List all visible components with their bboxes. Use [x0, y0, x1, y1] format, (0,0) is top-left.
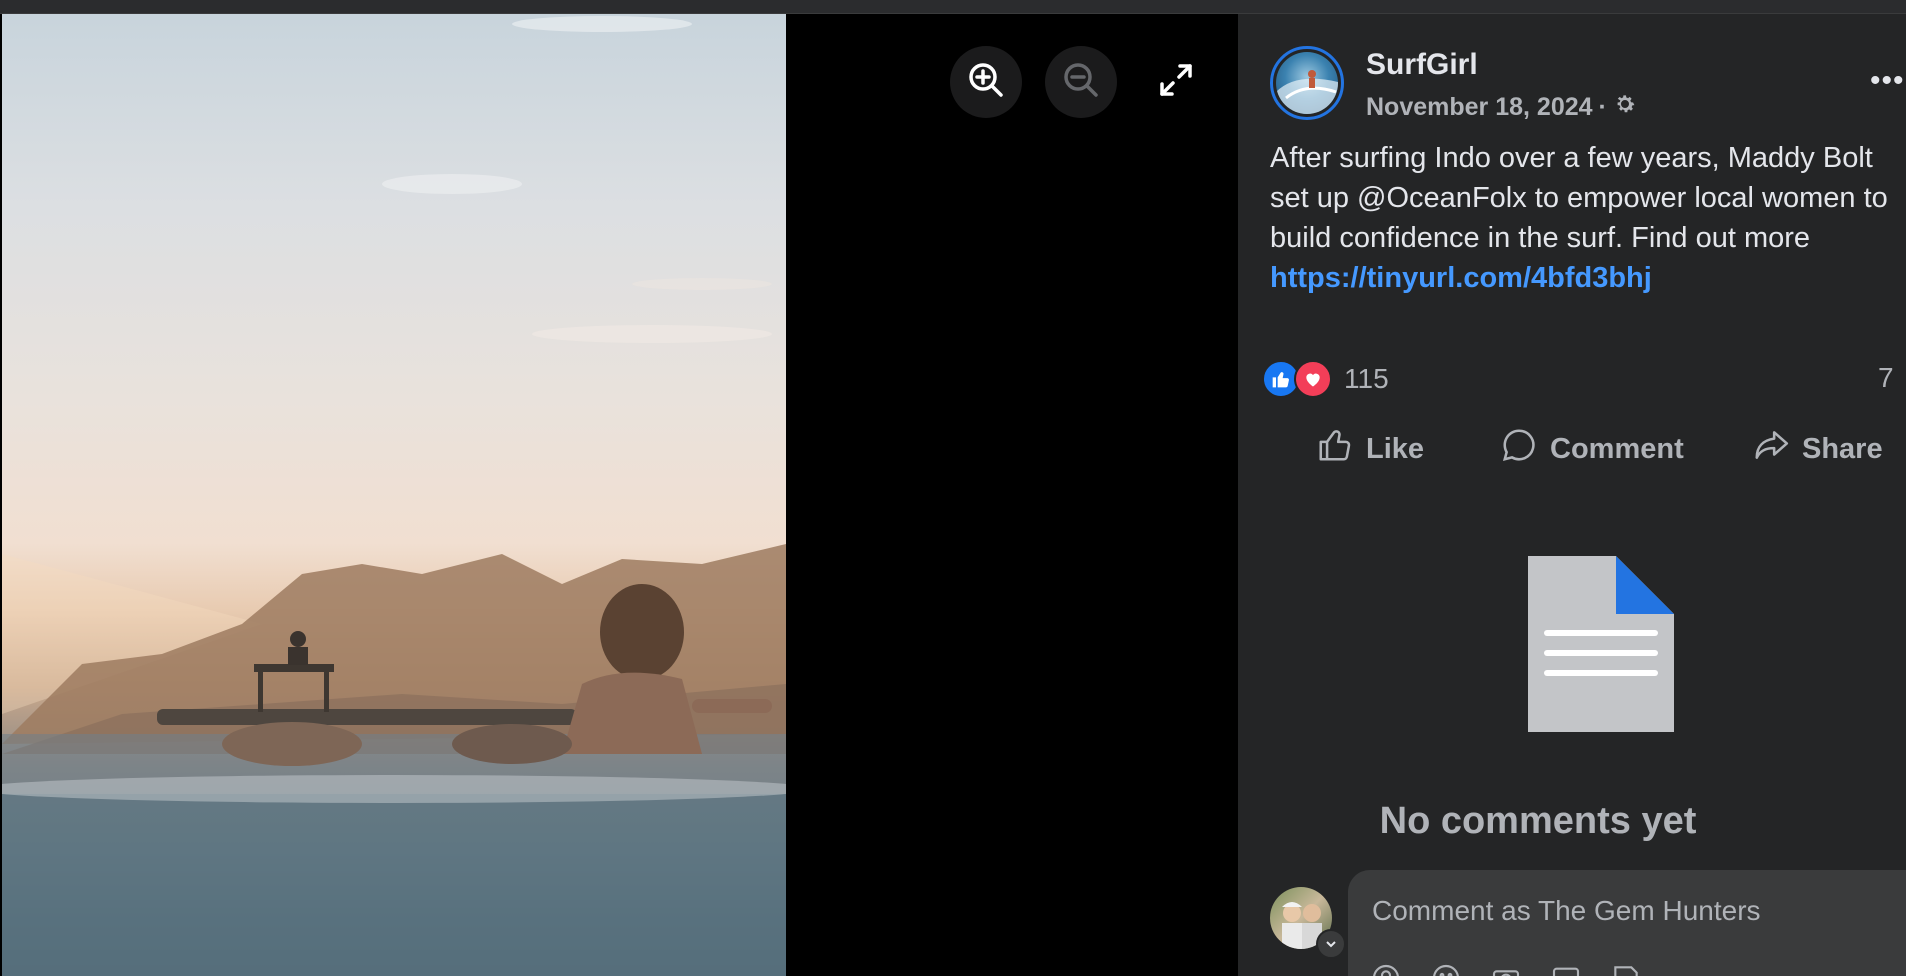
author-avatar[interactable] — [1270, 46, 1344, 120]
post-link[interactable]: https://tinyurl.com/4bfd3bhj — [1270, 262, 1652, 294]
like-label: Like — [1366, 432, 1425, 465]
more-options-button[interactable]: ••• — [1870, 64, 1905, 98]
post-text-line: set up @OceanFolx to empower local women… — [1270, 182, 1888, 214]
gif-icon[interactable] — [1550, 962, 1582, 976]
comment-count-value: 7 — [1878, 362, 1894, 393]
share-label: Share — [1802, 432, 1883, 465]
zoom-in-icon — [966, 60, 1006, 105]
author-name[interactable]: SurfGirl — [1366, 48, 1478, 82]
empty-comments-document-icon — [1528, 556, 1674, 737]
comment-input[interactable] — [1370, 890, 1894, 932]
post-actions: Like Comment Share — [1238, 426, 1906, 486]
fullscreen-icon — [1158, 62, 1194, 103]
privacy-gear-icon[interactable] — [1613, 92, 1637, 123]
avatar-sticker-icon[interactable] — [1370, 962, 1402, 976]
share-button[interactable]: Share — [1752, 426, 1883, 472]
post-photo[interactable] — [2, 14, 786, 976]
meta-separator: · — [1598, 93, 1607, 121]
chevron-down-icon[interactable] — [1316, 929, 1346, 959]
reaction-summary[interactable]: 115 — [1262, 360, 1389, 398]
camera-icon[interactable] — [1490, 962, 1522, 976]
emoji-icon[interactable] — [1430, 962, 1462, 976]
comment-composer — [1348, 870, 1906, 976]
zoom-out-icon — [1061, 60, 1101, 105]
no-comments-message: No comments yet — [1379, 800, 1697, 842]
viewer-background — [786, 14, 1238, 976]
comment-bubble-icon — [1500, 426, 1538, 472]
reaction-count: 115 — [1344, 363, 1389, 394]
zoom-out-button[interactable] — [1045, 46, 1117, 118]
love-reaction-icon — [1294, 360, 1332, 398]
post-detail-panel: SurfGirl November 18, 2024 · ••• After s… — [1238, 14, 1906, 976]
share-arrow-icon — [1752, 426, 1790, 472]
post-date[interactable]: November 18, 2024 — [1366, 93, 1593, 122]
composer-tools — [1370, 962, 1642, 976]
like-button[interactable]: Like — [1316, 426, 1424, 472]
sticker-icon[interactable] — [1610, 962, 1642, 976]
top-bar — [0, 0, 1906, 14]
author-avatar-image — [1276, 52, 1338, 114]
comment-label: Comment — [1550, 432, 1684, 465]
post-text-line: build confidence in the surf. Find out m… — [1270, 222, 1811, 254]
post-meta: November 18, 2024 · — [1366, 92, 1637, 123]
fullscreen-button[interactable] — [1140, 46, 1212, 118]
post-text: After surfing Indo over a few years, Mad… — [1270, 138, 1906, 298]
zoom-in-button[interactable] — [950, 46, 1022, 118]
thumbs-up-icon — [1316, 426, 1354, 472]
post-text-line: After surfing Indo over a few years, Mad… — [1270, 142, 1873, 174]
comment-button[interactable]: Comment — [1500, 426, 1684, 472]
comment-count[interactable]: 7 — [1878, 362, 1894, 394]
